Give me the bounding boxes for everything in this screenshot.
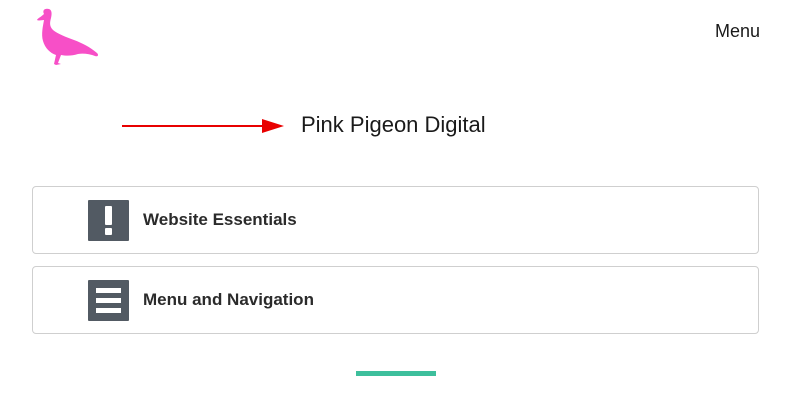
menu-button[interactable]: Menu — [715, 21, 760, 42]
card-label: Website Essentials — [143, 210, 297, 229]
menu-lines-icon — [88, 280, 129, 321]
pigeon-icon[interactable] — [36, 8, 100, 66]
card-menu-and-navigation[interactable]: Menu and Navigation — [32, 266, 759, 334]
arrow-right-icon — [122, 116, 288, 136]
exclamation-icon — [88, 200, 129, 241]
site-title: Pink Pigeon Digital — [301, 112, 486, 137]
card-label: Menu and Navigation — [143, 290, 314, 309]
accent-divider — [356, 371, 436, 376]
card-website-essentials[interactable]: Website Essentials — [32, 186, 759, 254]
